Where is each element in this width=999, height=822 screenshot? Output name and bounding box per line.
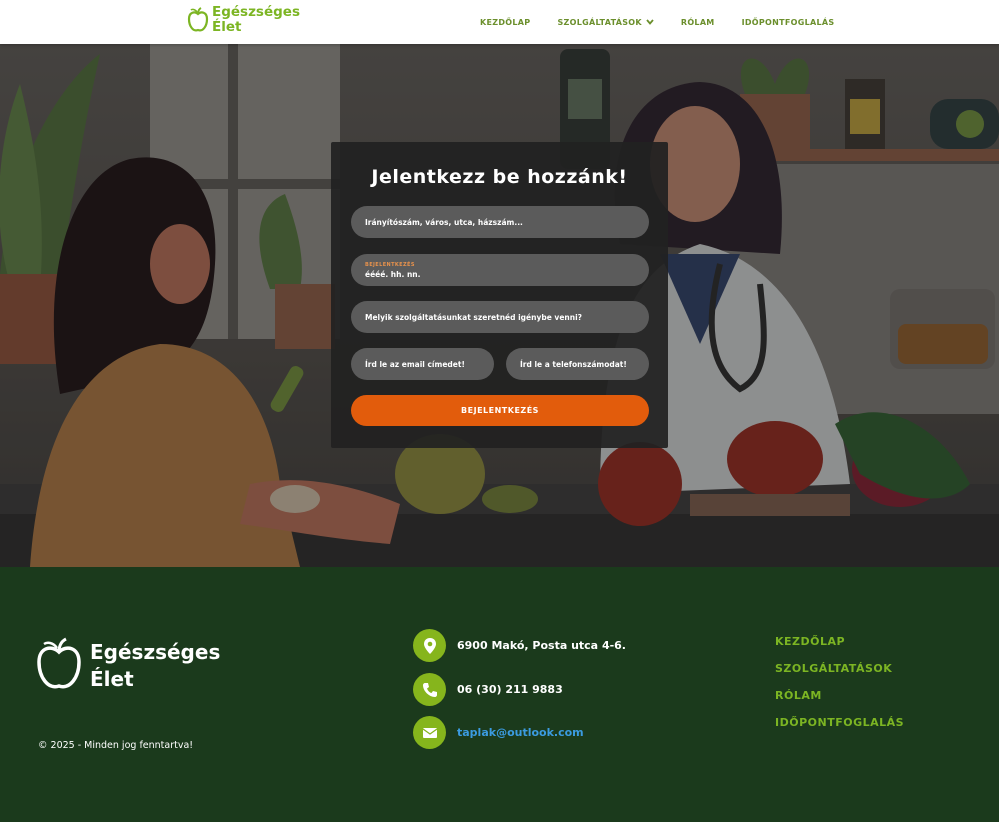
footer-brand-line1: Egészséges (90, 640, 221, 664)
envelope-icon (413, 716, 446, 749)
site-header: Egészséges Élet KEZDŐLAP SZOLGÁLTATÁSOK … (0, 0, 999, 44)
date-field[interactable]: BEJELENTKEZÉS éééé. hh. nn. (351, 254, 649, 286)
footer-nav-services[interactable]: SZOLGÁLTATÁSOK (775, 662, 904, 675)
date-field-value: éééé. hh. nn. (365, 269, 421, 279)
apple-logo-icon (37, 637, 81, 689)
phone-text[interactable]: 06 (30) 211 9883 (457, 683, 563, 696)
booking-form: Jelentkezz be hozzánk! Irányítószám, vár… (331, 142, 668, 448)
brand-name: Egészséges Élet (212, 5, 300, 35)
nav-item-booking[interactable]: IDŐPONTFOGLALÁS (742, 18, 835, 27)
nav-item-about[interactable]: RÓLAM (681, 18, 715, 27)
footer-brand-logo[interactable]: Egészséges Élet (36, 636, 220, 693)
date-field-label: BEJELENTKEZÉS (365, 261, 415, 268)
apple-logo-icon (187, 7, 209, 32)
footer-nav: KEZDŐLAP SZOLGÁLTATÁSOK RÓLAM IDŐPONTFOG… (775, 635, 904, 743)
phone-icon (413, 673, 446, 706)
address-text: 6900 Makó, Posta utca 4-6. (457, 639, 626, 652)
copyright-text: © 2025 - Minden jog fenntartva! (38, 740, 194, 751)
footer-brand-name: Egészséges Élet (90, 639, 220, 693)
submit-button[interactable]: BEJELENTKEZÉS (351, 395, 649, 426)
location-pin-icon (413, 629, 446, 662)
hero-section: Jelentkezz be hozzánk! Irányítószám, vár… (0, 44, 999, 567)
contact-email: taplak@outlook.com (413, 716, 584, 749)
site-footer: Egészséges Élet © 2025 - Minden jog fenn… (0, 567, 999, 822)
contact-phone: 06 (30) 211 9883 (413, 673, 563, 706)
brand-name-line1: Egészséges (212, 4, 300, 20)
address-field[interactable]: Irányítószám, város, utca, házszám... (351, 206, 649, 238)
footer-nav-about[interactable]: RÓLAM (775, 689, 904, 702)
email-link[interactable]: taplak@outlook.com (457, 726, 584, 739)
phone-field[interactable]: Írd le a telefonszámodat! (506, 348, 649, 380)
footer-brand-line2: Élet (90, 667, 134, 691)
service-select[interactable]: Melyik szolgáltatásunkat szeretnéd igény… (351, 301, 649, 333)
chevron-down-icon (646, 19, 654, 25)
footer-nav-booking[interactable]: IDŐPONTFOGLALÁS (775, 716, 904, 729)
nav-item-services[interactable]: SZOLGÁLTATÁSOK (557, 17, 654, 27)
footer-nav-home[interactable]: KEZDŐLAP (775, 635, 904, 648)
main-nav: KEZDŐLAP SZOLGÁLTATÁSOK RÓLAM IDŐPONTFOG… (480, 0, 861, 44)
email-field[interactable]: Írd le az email címedet! (351, 348, 494, 380)
contact-address: 6900 Makó, Posta utca 4-6. (413, 629, 626, 662)
nav-item-services-label: SZOLGÁLTATÁSOK (557, 17, 642, 27)
form-title: Jelentkezz be hozzánk! (371, 166, 628, 188)
nav-item-home[interactable]: KEZDŐLAP (480, 18, 530, 27)
brand-name-line2: Élet (212, 19, 242, 35)
brand-logo[interactable]: Egészséges Élet (187, 5, 300, 35)
